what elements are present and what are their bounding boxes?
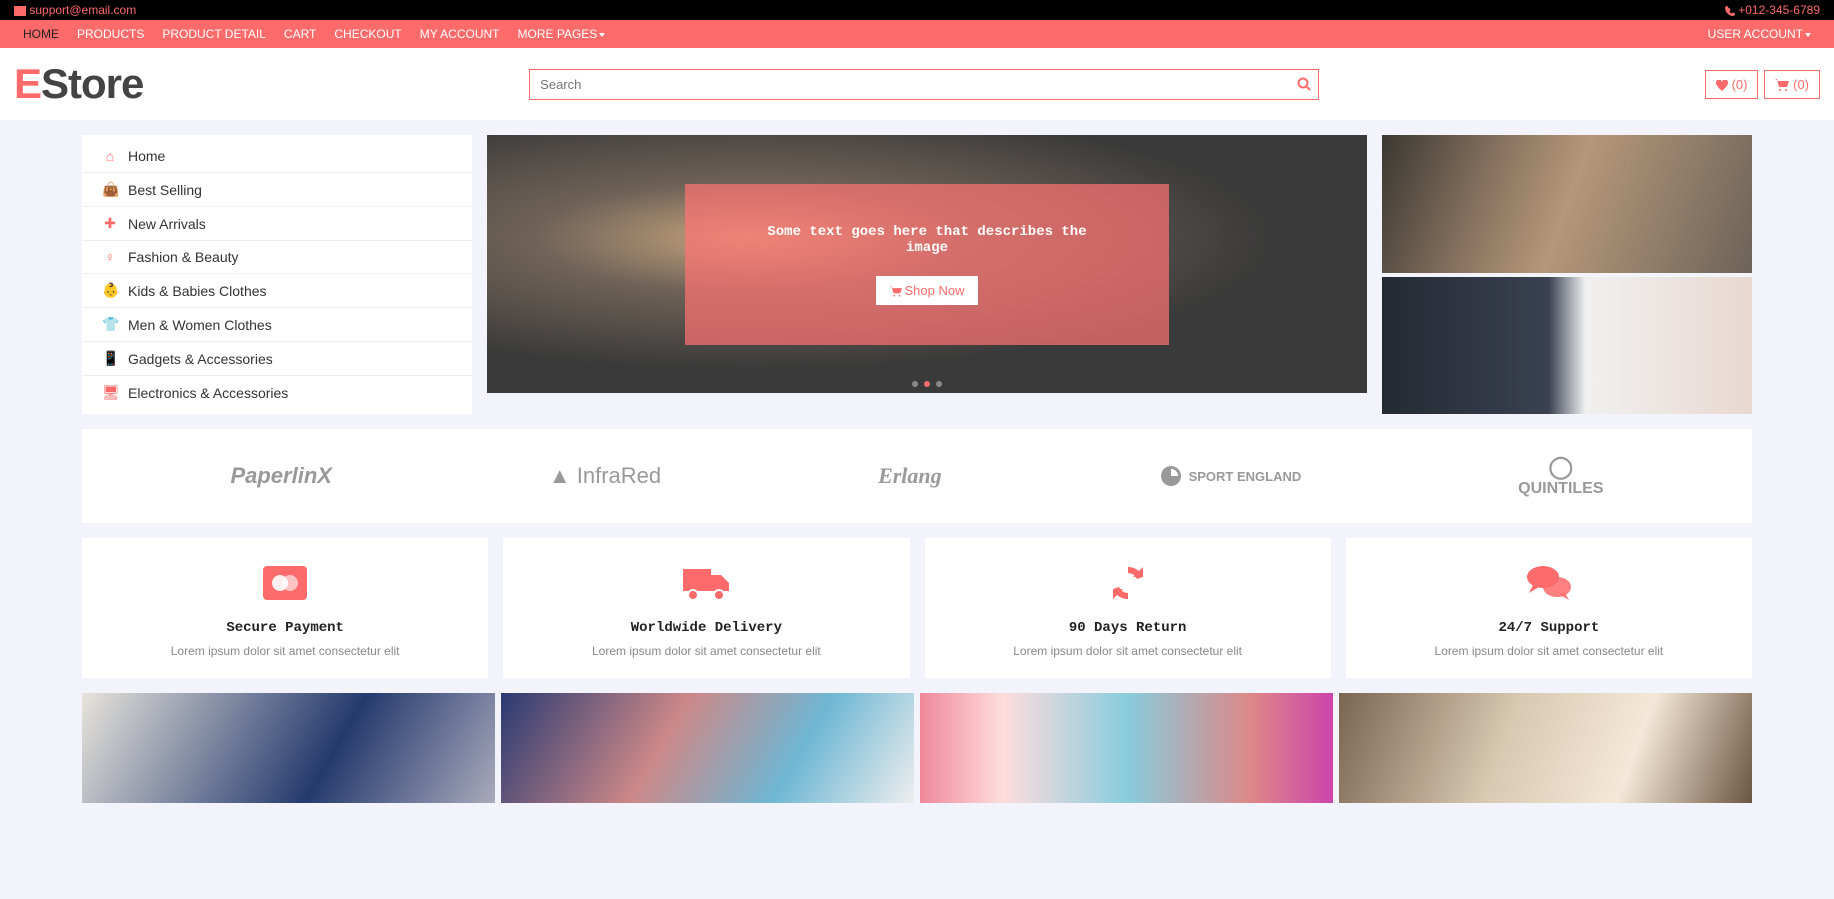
brand-logo: SPORT ENGLAND [1159,464,1302,488]
feature-support: 24/7 Support Lorem ipsum dolor sit amet … [1346,538,1752,678]
feature-worldwide-delivery: Worldwide Delivery Lorem ipsum dolor sit… [503,538,909,678]
feature-secure-payment: Secure Payment Lorem ipsum dolor sit ame… [82,538,488,678]
credit-card-icon [102,558,468,608]
sidebar-item-best-selling[interactable]: 👜Best Selling [82,173,472,207]
mobile-icon: 📱 [102,350,118,367]
search-button[interactable] [1297,77,1311,91]
cart-button[interactable]: (0) [1764,70,1820,99]
feature-desc: Lorem ipsum dolor sit amet consectetur e… [945,644,1311,658]
carousel-dots [912,381,942,387]
header-buttons: (0) (0) [1705,70,1820,99]
envelope-icon [14,6,26,16]
phone-icon [1725,6,1735,16]
nav-user-account[interactable]: USER ACCOUNT [1699,20,1820,48]
female-icon: ♀ [102,249,118,265]
sidebar-item-home[interactable]: ⌂Home [82,140,472,173]
carousel-overlay: Some text goes here that describes the i… [685,184,1169,345]
tv-icon: 🖥 [102,384,118,401]
sidebar-item-gadgets[interactable]: 📱Gadgets & Accessories [82,342,472,376]
sync-icon [945,558,1311,608]
support-email-link[interactable]: support@email.com [14,3,136,17]
promo-image-1[interactable] [1382,135,1752,273]
nav-more-pages[interactable]: MORE PAGES [509,20,615,48]
header: EStore (0) (0) [0,48,1834,120]
brand-logo: ◯QUINTILES [1518,454,1603,498]
chevron-down-icon [1805,33,1811,37]
brand-logo: PaperlinX [230,463,331,489]
nav-bar: HOME PRODUCTS PRODUCT DETAIL CART CHECKO… [0,20,1834,48]
promo-image-2[interactable] [1382,277,1752,415]
nav-my-account[interactable]: MY ACCOUNT [411,20,509,48]
carousel-text: Some text goes here that describes the i… [745,224,1109,256]
sidebar-item-new-arrivals[interactable]: ✚New Arrivals [82,207,472,241]
side-images [1382,135,1752,414]
gallery-item[interactable] [82,693,495,803]
nav-right: USER ACCOUNT [1699,20,1820,48]
gallery-item[interactable] [1339,693,1752,803]
brand-logo: Erlang [878,463,942,489]
search-icon [1297,77,1311,91]
shop-now-button[interactable]: Shop Now [876,276,979,305]
comments-icon [1366,558,1732,608]
heart-icon [1716,80,1728,91]
nav-checkout[interactable]: CHECKOUT [325,20,410,48]
feature-title: 24/7 Support [1366,620,1732,636]
bag-icon: 👜 [102,181,118,198]
sidebar-item-electronics[interactable]: 🖥Electronics & Accessories [82,376,472,409]
carousel-dot[interactable] [936,381,942,387]
feature-desc: Lorem ipsum dolor sit amet consectetur e… [523,644,889,658]
sidebar-item-kids[interactable]: 👶Kids & Babies Clothes [82,274,472,308]
wishlist-button[interactable]: (0) [1705,70,1759,99]
hero-carousel[interactable]: Some text goes here that describes the i… [487,135,1367,393]
main-container: ⌂Home 👜Best Selling ✚New Arrivals ♀Fashi… [67,120,1767,818]
tshirt-icon: 👕 [102,316,118,333]
cart-icon [890,286,902,297]
feature-title: Secure Payment [102,620,468,636]
child-icon: 👶 [102,282,118,299]
brand-logo: ▲ InfraRed [549,463,661,489]
search-wrap [529,69,1319,100]
chevron-down-icon [599,33,605,37]
nav-cart[interactable]: CART [275,20,325,48]
feature-title: Worldwide Delivery [523,620,889,636]
search-input[interactable] [529,69,1319,100]
home-icon: ⌂ [102,148,118,164]
plus-icon: ✚ [102,215,118,232]
nav-products[interactable]: PRODUCTS [68,20,153,48]
cart-icon [1775,79,1789,91]
sidebar-item-fashion[interactable]: ♀Fashion & Beauty [82,241,472,274]
carousel-dot[interactable] [912,381,918,387]
brand-logos: PaperlinX ▲ InfraRed Erlang SPORT ENGLAN… [82,429,1752,523]
phone-number: +012-345-6789 [1738,3,1820,17]
feature-desc: Lorem ipsum dolor sit amet consectetur e… [1366,644,1732,658]
feature-title: 90 Days Return [945,620,1311,636]
truck-icon [523,558,889,608]
nav-menu: HOME PRODUCTS PRODUCT DETAIL CART CHECKO… [14,20,614,48]
phone-link[interactable]: +012-345-6789 [1725,3,1820,17]
logo[interactable]: EStore [14,60,143,108]
gallery-item[interactable] [501,693,914,803]
nav-home[interactable]: HOME [14,20,68,48]
category-sidebar: ⌂Home 👜Best Selling ✚New Arrivals ♀Fashi… [82,135,472,414]
hero-row: ⌂Home 👜Best Selling ✚New Arrivals ♀Fashi… [82,135,1752,414]
features-row: Secure Payment Lorem ipsum dolor sit ame… [82,538,1752,678]
feature-90-days-return: 90 Days Return Lorem ipsum dolor sit ame… [925,538,1331,678]
sidebar-item-clothes[interactable]: 👕Men & Women Clothes [82,308,472,342]
gallery-item[interactable] [920,693,1333,803]
product-gallery [82,693,1752,803]
feature-desc: Lorem ipsum dolor sit amet consectetur e… [102,644,468,658]
nav-product-detail[interactable]: PRODUCT DETAIL [153,20,275,48]
carousel-dot[interactable] [924,381,930,387]
support-email: support@email.com [29,3,136,17]
top-bar: support@email.com +012-345-6789 [0,0,1834,20]
